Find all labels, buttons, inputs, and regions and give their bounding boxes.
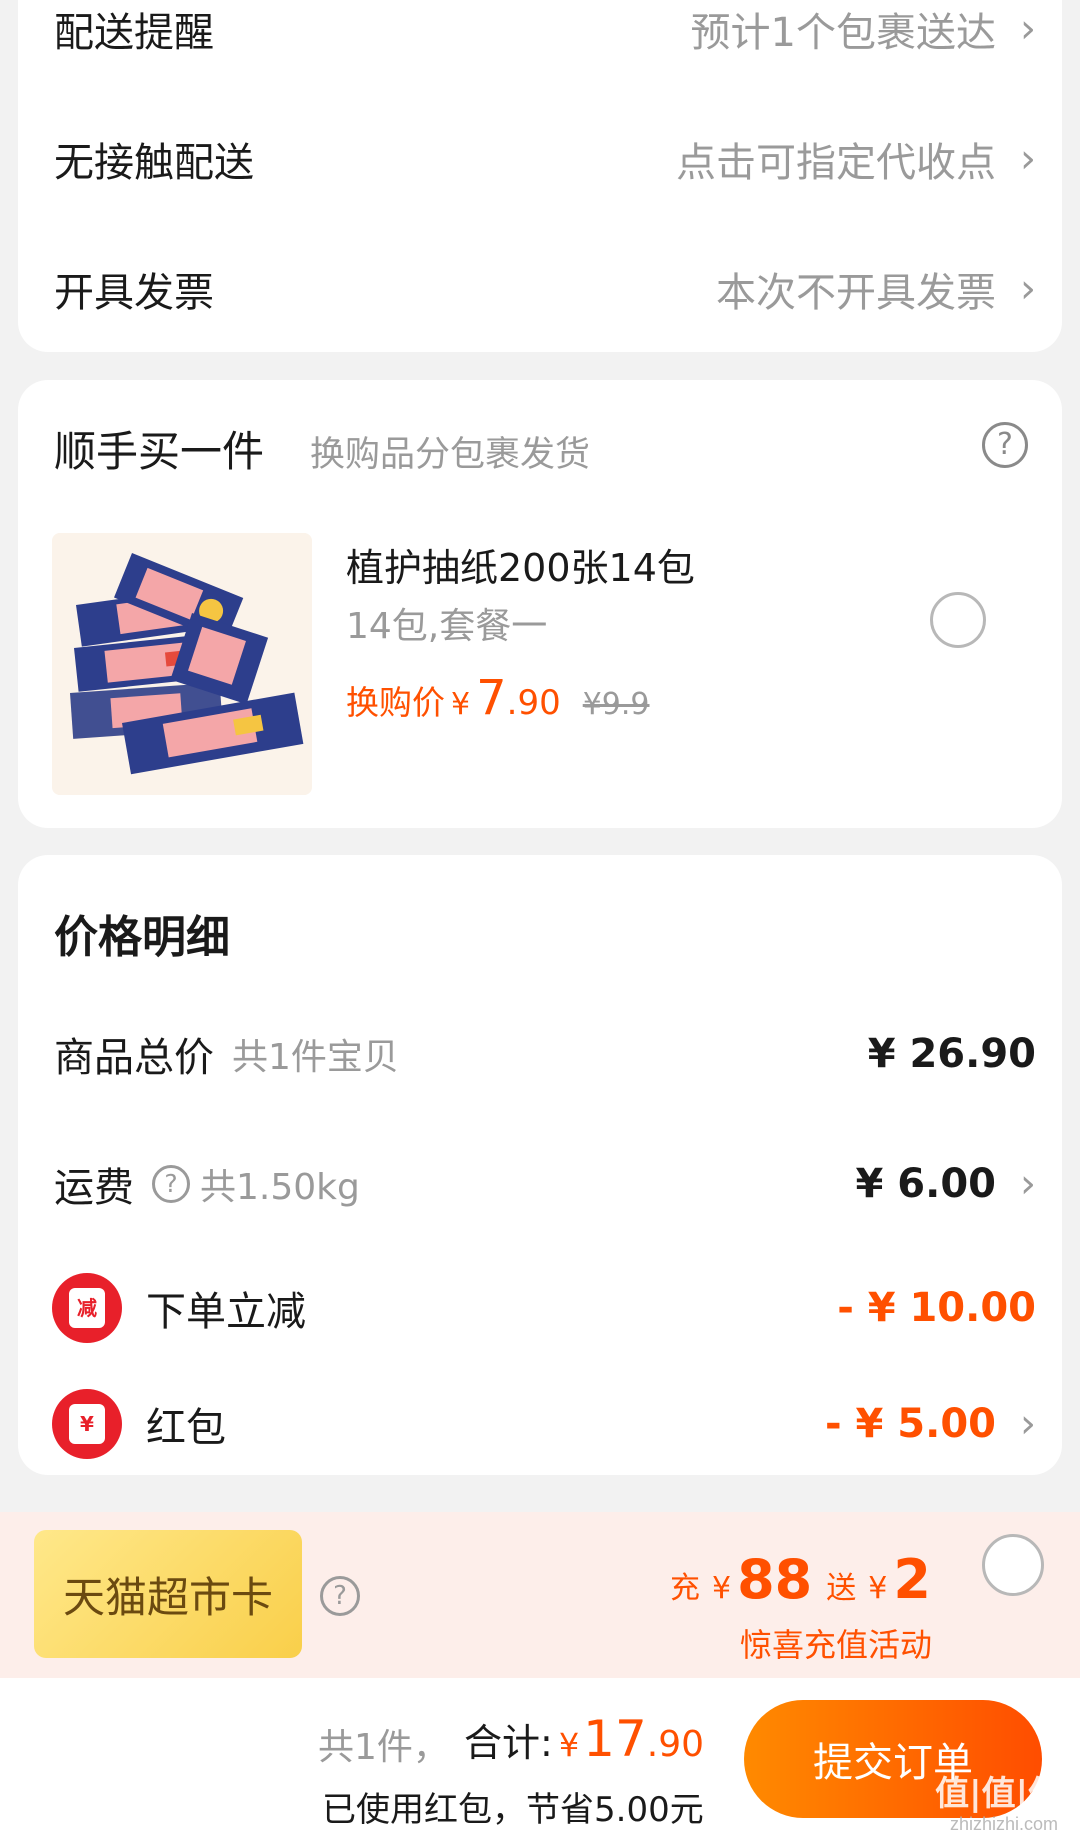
- charge-currency: ¥: [712, 1571, 732, 1606]
- total-decimal: .90: [646, 1724, 705, 1765]
- product-image[interactable]: [52, 533, 312, 795]
- tmall-card-label[interactable]: 天猫超市卡: [34, 1530, 302, 1658]
- delivery-card: 配送提醒 预计1个包裹送达 › 无接触配送 点击可指定代收点 › 开具发票 本次…: [18, 0, 1062, 352]
- contactless-delivery-value: 点击可指定代收点: [676, 140, 996, 186]
- tmall-card-radio[interactable]: [982, 1534, 1044, 1596]
- shipping-row[interactable]: 运费 ? 共1.50kg ¥ 6.00 ›: [54, 1149, 1036, 1219]
- red-packet-amount: - ¥ 5.00: [825, 1401, 996, 1447]
- chevron-right-icon: ›: [1020, 136, 1036, 182]
- delivery-reminder-row[interactable]: 配送提醒 预计1个包裹送达 ›: [54, 0, 1036, 64]
- chevron-right-icon: ›: [1020, 266, 1036, 312]
- price-integer: 7: [476, 670, 507, 726]
- total-currency: ¥: [558, 1726, 580, 1764]
- addon-card: 顺手买一件 换购品分包裹发货 ? 植护抽纸200张14包 14包,套餐一 换购价…: [18, 380, 1062, 828]
- chevron-right-icon: ›: [1020, 1401, 1036, 1447]
- order-total: 合计: ¥ 17 .90: [464, 1710, 704, 1768]
- gift-label: 送: [826, 1571, 857, 1606]
- items-total-amount: ¥ 26.90: [867, 1031, 1036, 1077]
- price-detail-title: 价格明细: [54, 912, 230, 963]
- red-packet-badge-label: ¥: [69, 1404, 105, 1444]
- product-price: 换购价 ¥ 7 .90 ¥9.9: [346, 670, 650, 726]
- shipping-amount: ¥ 6.00: [855, 1161, 996, 1207]
- addon-select-radio[interactable]: [930, 592, 986, 648]
- shipping-weight: 共1.50kg: [200, 1167, 360, 1208]
- gift-currency: ¥: [868, 1571, 888, 1606]
- watermark-url: zhizhizhi.com: [949, 1814, 1058, 1834]
- items-count: 共1件宝贝: [232, 1037, 399, 1078]
- tmall-card-strip: 天猫超市卡 ? 充 ¥ 88 送 ¥ 2 惊喜充值活动: [0, 1512, 1080, 1678]
- help-icon[interactable]: ?: [982, 422, 1028, 468]
- gift-amount: 2: [893, 1548, 931, 1611]
- charge-amount: 88: [737, 1548, 813, 1611]
- contactless-delivery-row[interactable]: 无接触配送 点击可指定代收点 ›: [54, 124, 1036, 194]
- addon-subtitle: 换购品分包裹发货: [310, 435, 591, 475]
- items-total-label: 商品总价: [54, 1035, 214, 1081]
- charge-label: 充: [670, 1571, 700, 1606]
- price-detail-card: 价格明细 商品总价 共1件宝贝 ¥ 26.90 运费 ? 共1.50kg ¥ 6…: [18, 855, 1062, 1475]
- recharge-offer: 充 ¥ 88 送 ¥ 2: [670, 1548, 931, 1611]
- original-price: ¥9.9: [582, 687, 650, 722]
- product-name[interactable]: 植护抽纸200张14包: [346, 537, 695, 592]
- order-discount-row: 减 下单立减 - ¥ 10.00: [52, 1273, 1036, 1343]
- product-spec: 14包,套餐一: [346, 606, 548, 647]
- shipping-label: 运费: [54, 1165, 134, 1211]
- total-integer: 17: [583, 1710, 647, 1768]
- total-label: 合计:: [464, 1721, 553, 1765]
- price-currency: ¥: [451, 687, 471, 722]
- delivery-reminder-label: 配送提醒: [54, 10, 214, 56]
- checkout-bar: 共1件， 合计: ¥ 17 .90 已使用红包，节省5.00元 提交订单 值|值…: [0, 1678, 1080, 1844]
- delivery-reminder-value: 预计1个包裹送达: [690, 10, 996, 56]
- promo-text: 惊喜充值活动: [740, 1626, 933, 1664]
- invoice-value: 本次不开具发票: [716, 270, 996, 316]
- red-packet-row[interactable]: ¥ 红包 - ¥ 5.00 ›: [52, 1389, 1036, 1459]
- items-total-row: 商品总价 共1件宝贝 ¥ 26.90: [54, 1019, 1036, 1089]
- red-packet-label: 红包: [146, 1405, 226, 1451]
- discount-label: 下单立减: [146, 1289, 306, 1335]
- invoice-label: 开具发票: [54, 270, 214, 316]
- chevron-right-icon: ›: [1020, 1161, 1036, 1207]
- item-count: 共1件，: [318, 1727, 449, 1768]
- help-icon[interactable]: ?: [152, 1165, 190, 1203]
- chevron-right-icon: ›: [1020, 6, 1036, 52]
- contactless-delivery-label: 无接触配送: [54, 140, 254, 186]
- addon-title: 顺手买一件: [54, 427, 265, 476]
- discount-badge-label: 减: [69, 1288, 105, 1328]
- red-packet-icon: ¥: [52, 1389, 122, 1459]
- price-decimal: .90: [506, 683, 561, 723]
- discount-badge-icon: 减: [52, 1273, 122, 1343]
- invoice-row[interactable]: 开具发票 本次不开具发票 ›: [54, 254, 1036, 324]
- discount-amount: - ¥ 10.00: [837, 1285, 1036, 1331]
- savings-text: 已使用红包，节省5.00元: [322, 1790, 704, 1830]
- help-icon[interactable]: ?: [320, 1576, 360, 1616]
- price-label: 换购价: [346, 683, 445, 722]
- watermark-logo: 值|值|值: [935, 1774, 1062, 1814]
